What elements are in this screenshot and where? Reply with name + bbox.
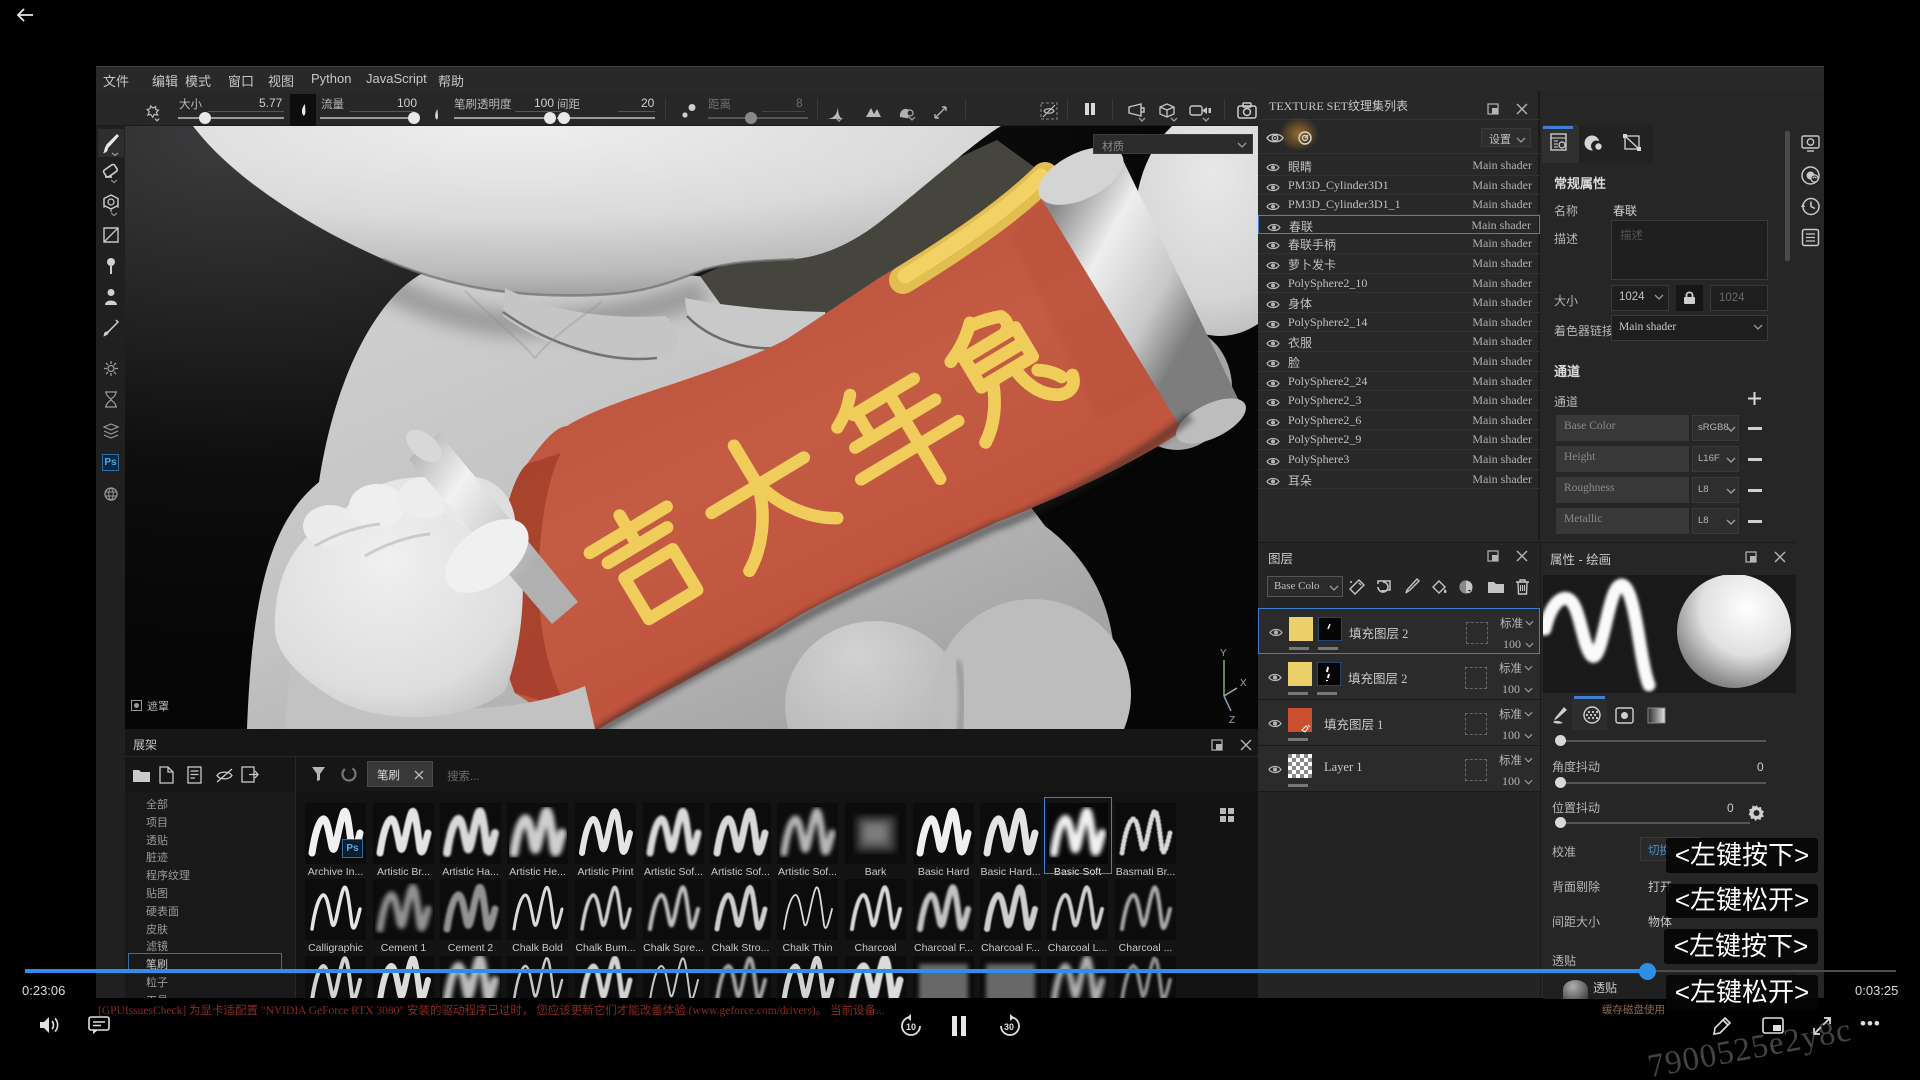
svg-text:X: X [1240, 678, 1247, 689]
svg-text:10: 10 [906, 1022, 916, 1032]
svg-text:Y: Y [1220, 648, 1227, 659]
svg-text:30: 30 [1004, 1022, 1014, 1032]
svg-text:Z: Z [1229, 715, 1235, 726]
